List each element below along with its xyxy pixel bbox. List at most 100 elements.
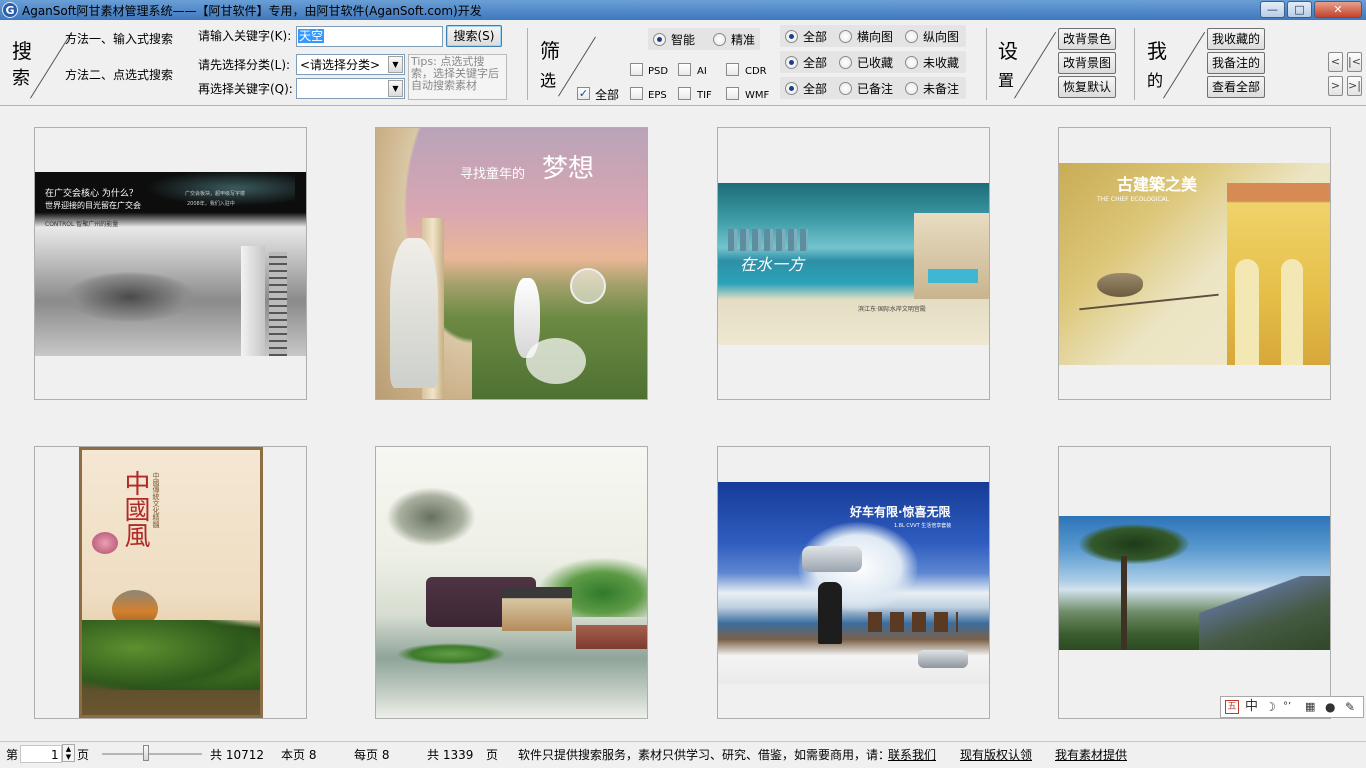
cdr-label: CDR — [745, 66, 767, 77]
moon-icon[interactable]: ☽ — [1265, 699, 1276, 715]
smart-radio[interactable] — [653, 33, 666, 46]
page-number-input[interactable]: 1 — [20, 745, 62, 763]
fav-yes-radio[interactable] — [839, 56, 852, 69]
minimize-button[interactable]: — — [1260, 1, 1285, 18]
contact-us-link[interactable]: 联系我们 — [888, 748, 936, 762]
keyboard-icon[interactable]: ▦ — [1305, 699, 1315, 715]
note-yes-radio[interactable] — [839, 82, 852, 95]
maximize-button[interactable]: □ — [1287, 1, 1312, 18]
close-button[interactable]: ✕ — [1314, 1, 1362, 18]
tif-checkbox[interactable] — [678, 87, 691, 100]
pool-image — [928, 269, 978, 283]
fav-yes-label: 已收藏 — [857, 56, 894, 70]
keyword-value: 天空 — [298, 29, 325, 43]
note-all-radio[interactable] — [785, 82, 798, 95]
thumbnail-text: 梦想 — [542, 154, 595, 184]
all-types-checkbox[interactable]: ✓ — [577, 87, 590, 100]
total-count: 共 10712 — [210, 748, 264, 762]
orient-portrait-radio[interactable] — [905, 30, 918, 43]
thumbnail-image — [376, 447, 647, 718]
orient-landscape-radio[interactable] — [839, 30, 852, 43]
first-page-button[interactable]: |< — [1347, 52, 1362, 72]
psd-checkbox[interactable] — [630, 63, 643, 76]
mine-heading-1: 我 — [1147, 39, 1167, 63]
thumbnail-card[interactable]: 好车有限·惊喜无限 1.8L CVVT 生活倍享套装 — [717, 446, 990, 719]
slider-thumb[interactable] — [143, 745, 149, 761]
mine-heading-2: 的 — [1147, 71, 1164, 90]
ai-checkbox[interactable] — [678, 63, 691, 76]
thumbnail-card[interactable] — [375, 446, 648, 719]
last-page-button[interactable]: >| — [1347, 76, 1362, 96]
note-no-radio[interactable] — [905, 82, 918, 95]
thumbnail-image: 中國風 中國傳統文化精髓 — [79, 447, 263, 718]
prev-page-button[interactable]: < — [1328, 52, 1343, 72]
my-notes-button[interactable]: 我备注的 — [1207, 52, 1265, 74]
bird-image — [1097, 273, 1143, 297]
thumbnail-card[interactable]: 在水一方 滨江东·国际水岸文明宫殿 — [717, 127, 990, 400]
page-spinner[interactable]: ▲ ▼ — [62, 744, 75, 762]
next-page-button[interactable]: > — [1328, 76, 1343, 96]
fav-all-label: 全部 — [803, 56, 828, 70]
wrench-icon[interactable]: ✎ — [1345, 699, 1355, 715]
note-yes-label: 已备注 — [857, 82, 894, 96]
villa-image — [914, 213, 989, 299]
user-icon[interactable]: ● — [1325, 699, 1335, 715]
category-select[interactable]: <请选择分类> ▼ — [296, 54, 405, 75]
bg-color-button[interactable]: 改背景色 — [1058, 28, 1116, 50]
thumbnail-image: 好车有限·惊喜无限 1.8L CVVT 生活倍享套装 — [718, 482, 989, 684]
orient-landscape-label: 横向图 — [857, 30, 894, 44]
thumbnail-card[interactable]: 古建築之美 THE CHIEF ECOLOGICAL — [1058, 127, 1331, 400]
thumbnail-card[interactable]: 中國風 中國傳統文化精髓 — [34, 446, 307, 719]
keyword2-label: 再选择关键字(Q): — [198, 82, 293, 96]
per-page-count: 每页 8 — [354, 748, 390, 762]
tower-image — [269, 252, 287, 356]
copyright-claim-link[interactable]: 现有版权认领 — [960, 748, 1032, 762]
chevron-down-icon: ▼ — [388, 80, 403, 97]
ime-mode[interactable]: 中 — [1245, 699, 1258, 715]
fav-all-radio[interactable] — [785, 56, 798, 69]
dolphin-image — [65, 272, 195, 322]
exact-radio[interactable] — [713, 33, 726, 46]
settings-heading-2: 置 — [998, 71, 1015, 90]
punct-icon[interactable]: °’ — [1283, 699, 1291, 715]
leaves-image — [82, 620, 260, 690]
ime-toolbar[interactable]: 五 中 ☽ °’ ▦ ● ✎ — [1220, 696, 1364, 718]
bg-image-button[interactable]: 改背景图 — [1058, 52, 1116, 74]
ime-logo-icon[interactable]: 五 — [1225, 700, 1239, 714]
smart-label: 智能 — [671, 33, 696, 47]
keyword2-select[interactable]: ▼ — [296, 78, 405, 99]
fav-no-radio[interactable] — [905, 56, 918, 69]
view-all-button[interactable]: 查看全部 — [1207, 76, 1265, 98]
cdr-checkbox[interactable] — [726, 63, 739, 76]
thumbnail-card[interactable]: 寻找童年的 梦想 — [375, 127, 648, 400]
orient-all-radio[interactable] — [785, 30, 798, 43]
provide-material-link[interactable]: 我有素材提供 — [1055, 748, 1127, 762]
search-button[interactable]: 搜索(S) — [446, 25, 502, 47]
settings-divider — [1014, 31, 1057, 99]
restore-default-button[interactable]: 恢复默认 — [1058, 76, 1116, 98]
tower-image — [241, 246, 265, 356]
note-all-label: 全部 — [803, 82, 828, 96]
keyword-input[interactable]: 天空 — [296, 26, 443, 47]
mine-divider — [1163, 31, 1206, 99]
thumbnail-text: 中國傳統文化精髓 — [152, 472, 160, 528]
my-favorites-button[interactable]: 我收藏的 — [1207, 28, 1265, 50]
exact-label: 精准 — [731, 33, 756, 47]
keyword-label: 请输入关键字(K): — [198, 29, 292, 43]
psd-label: PSD — [648, 66, 669, 77]
pavilion-image — [502, 587, 572, 631]
thumbnail-grid: 在广交会核心 为什么？ 世界迎接的目光留在广交会 CONTROL 智聚广州的能量… — [0, 107, 1366, 741]
wmf-checkbox[interactable] — [726, 87, 739, 100]
arch-opening-image — [1235, 259, 1259, 365]
chairs-image — [868, 612, 958, 632]
mountain-image — [1199, 576, 1330, 650]
thumbnail-card[interactable] — [1058, 446, 1331, 719]
page-prefix: 第 — [6, 748, 19, 762]
thumbnail-card[interactable]: 在广交会核心 为什么？ 世界迎接的目光留在广交会 CONTROL 智聚广州的能量… — [34, 127, 307, 400]
pine-tree-image — [1079, 524, 1189, 564]
thumbnail-text: 2008年，我们入驻中 — [187, 201, 235, 207]
thumbnail-text: CONTROL 智聚广州的能量 — [45, 221, 119, 228]
page-slider[interactable] — [102, 753, 202, 755]
thumbnail-text: 在水一方 — [740, 255, 805, 274]
eps-checkbox[interactable] — [630, 87, 643, 100]
